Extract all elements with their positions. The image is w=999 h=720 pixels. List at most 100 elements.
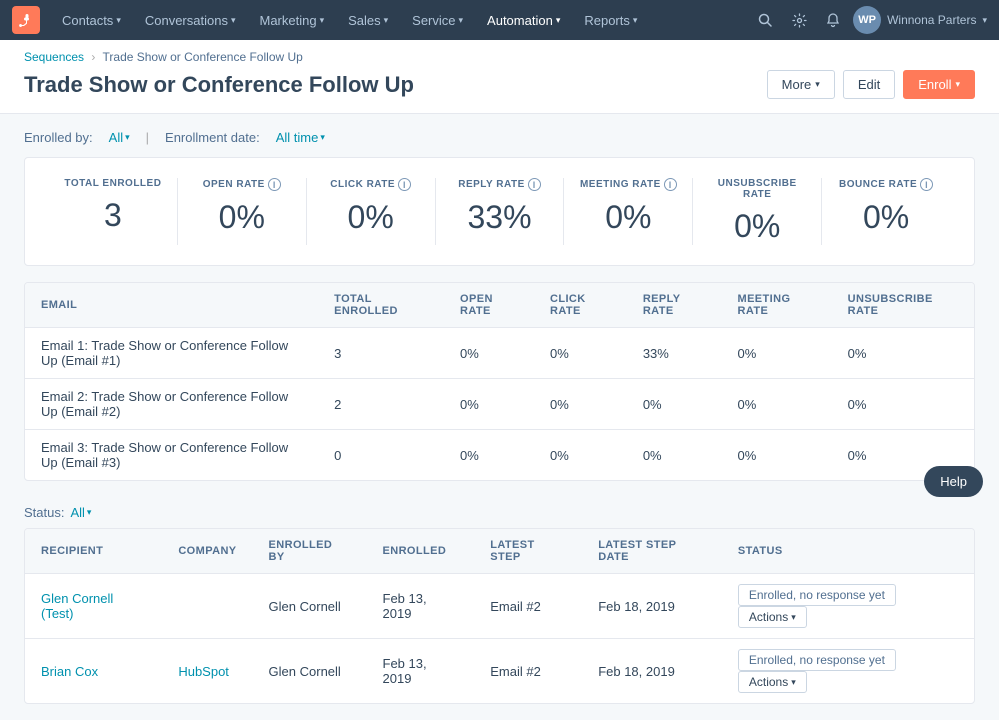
- enrolled-val: Feb 13, 2019: [367, 574, 475, 639]
- recipient-link[interactable]: Glen Cornell (Test): [41, 591, 113, 621]
- chevron-down-icon: ▾: [231, 15, 236, 26]
- breadcrumb: Sequences › Trade Show or Conference Fol…: [24, 50, 975, 64]
- status-filter-label: Status:: [24, 505, 64, 520]
- open-rate-val: 0%: [444, 430, 534, 481]
- nav-sales[interactable]: Sales ▾: [338, 9, 398, 32]
- nav-marketing[interactable]: Marketing ▾: [249, 9, 334, 32]
- enroll-button[interactable]: Enroll ▾: [903, 70, 975, 99]
- col-enrolled-by: ENROLLED BY: [253, 529, 367, 574]
- company-link[interactable]: HubSpot: [178, 664, 229, 679]
- col-enrolled: ENROLLED: [367, 529, 475, 574]
- info-icon[interactable]: i: [268, 178, 281, 191]
- enrolled-by-val: Glen Cornell: [253, 639, 367, 704]
- search-icon[interactable]: [751, 6, 779, 34]
- notifications-icon[interactable]: [819, 6, 847, 34]
- chevron-down-icon: ▾: [125, 132, 130, 143]
- email-table-section: EMAIL TOTAL ENROLLED OPEN RATE CLICK RAT…: [24, 282, 975, 481]
- chevron-down-icon: ▾: [320, 15, 325, 26]
- page-title: Trade Show or Conference Follow Up: [24, 72, 414, 98]
- col-company: COMPANY: [162, 529, 252, 574]
- chevron-down-icon: ▾: [791, 612, 796, 623]
- info-icon[interactable]: i: [920, 178, 933, 191]
- table-row: Glen Cornell (Test) Glen Cornell Feb 13,…: [25, 574, 974, 639]
- col-open-rate: OPEN RATE: [444, 283, 534, 328]
- nav-automation[interactable]: Automation ▾: [477, 9, 570, 32]
- nav-contacts[interactable]: Contacts ▾: [52, 9, 131, 32]
- chevron-down-icon: ▾: [384, 15, 389, 26]
- chevron-down-icon: ▾: [556, 15, 561, 26]
- click-rate-val: 0%: [534, 430, 627, 481]
- col-click-rate: CLICK RATE: [534, 283, 627, 328]
- stat-total-enrolled: TOTAL ENROLLED 3: [49, 178, 178, 245]
- stat-bounce-rate: BOUNCE RATE i 0%: [822, 178, 950, 245]
- status-bar: Status: All ▾: [0, 497, 999, 528]
- user-name-label: Winnona Parters: [887, 13, 976, 27]
- email-name: Email 1: Trade Show or Conference Follow…: [25, 328, 318, 379]
- filter-separator: |: [146, 130, 149, 145]
- unsubscribe-rate-val: 0%: [832, 379, 974, 430]
- enrolled-by-filter[interactable]: All ▾: [109, 130, 130, 145]
- help-button[interactable]: Help: [924, 466, 983, 497]
- chevron-down-icon: ▾: [116, 15, 121, 26]
- stat-meeting-rate: MEETING RATE i 0%: [564, 178, 693, 245]
- info-icon[interactable]: i: [664, 178, 677, 191]
- open-rate-val: 0%: [444, 328, 534, 379]
- user-menu-chevron[interactable]: ▾: [982, 15, 987, 26]
- status-filter[interactable]: All ▾: [70, 505, 91, 520]
- info-icon[interactable]: i: [398, 178, 411, 191]
- page-title-row: Trade Show or Conference Follow Up More …: [24, 70, 975, 99]
- col-meeting-rate: MEETING RATE: [722, 283, 832, 328]
- stat-unsubscribe-rate: UNSUBSCRIBE RATE 0%: [693, 178, 822, 245]
- status-badge: Enrolled, no response yet: [738, 584, 896, 606]
- email-table: EMAIL TOTAL ENROLLED OPEN RATE CLICK RAT…: [25, 283, 974, 480]
- table-row: Email 1: Trade Show or Conference Follow…: [25, 328, 974, 379]
- stat-click-rate: CLICK RATE i 0%: [307, 178, 436, 245]
- col-total-enrolled: TOTAL ENROLLED: [318, 283, 444, 328]
- enrollment-date-filter[interactable]: All time ▾: [276, 130, 325, 145]
- breadcrumb-separator: ›: [91, 50, 95, 64]
- edit-button[interactable]: Edit: [843, 70, 895, 99]
- reply-rate-val: 33%: [627, 328, 722, 379]
- email-name: Email 3: Trade Show or Conference Follow…: [25, 430, 318, 481]
- enrolled-val: Feb 13, 2019: [367, 639, 475, 704]
- latest-step-date-val: Feb 18, 2019: [582, 639, 722, 704]
- total-enrolled-val: 0: [318, 430, 444, 481]
- settings-icon[interactable]: [785, 6, 813, 34]
- breadcrumb-sequences-link[interactable]: Sequences: [24, 50, 84, 64]
- actions-button[interactable]: Actions ▾: [738, 606, 807, 628]
- content-area: Enrolled by: All ▾ | Enrollment date: Al…: [0, 114, 999, 704]
- nav-reports[interactable]: Reports ▾: [574, 9, 647, 32]
- status-cell: Enrolled, no response yet Actions ▾: [722, 574, 974, 639]
- status-badge: Enrolled, no response yet: [738, 649, 896, 671]
- recipients-table: RECIPIENT COMPANY ENROLLED BY ENROLLED L…: [25, 529, 974, 703]
- nav-right-actions: WP Winnona Parters ▾: [751, 6, 987, 34]
- chevron-down-icon: ▾: [791, 677, 796, 688]
- enrollment-date-label: Enrollment date:: [165, 130, 260, 145]
- chevron-down-icon: ▾: [955, 79, 960, 90]
- stat-reply-rate: REPLY RATE i 33%: [436, 178, 565, 245]
- email-name: Email 2: Trade Show or Conference Follow…: [25, 379, 318, 430]
- click-rate-val: 0%: [534, 328, 627, 379]
- table-row: Brian Cox HubSpot Glen Cornell Feb 13, 2…: [25, 639, 974, 704]
- col-latest-step-date: LATEST STEP DATE: [582, 529, 722, 574]
- info-icon[interactable]: i: [528, 178, 541, 191]
- nav-service[interactable]: Service ▾: [402, 9, 473, 32]
- recipient-name: Brian Cox: [25, 639, 162, 704]
- avatar[interactable]: WP: [853, 6, 881, 34]
- enrolled-by-label: Enrolled by:: [24, 130, 93, 145]
- col-email: EMAIL: [25, 283, 318, 328]
- chevron-down-icon: ▾: [320, 132, 325, 143]
- page-header: Sequences › Trade Show or Conference Fol…: [0, 40, 999, 114]
- recipient-name: Glen Cornell (Test): [25, 574, 162, 639]
- hubspot-logo[interactable]: [12, 6, 40, 34]
- breadcrumb-current: Trade Show or Conference Follow Up: [103, 50, 303, 64]
- recipient-link[interactable]: Brian Cox: [41, 664, 98, 679]
- chevron-down-icon: ▾: [459, 15, 464, 26]
- more-button[interactable]: More ▾: [767, 70, 835, 99]
- enrolled-by-val: Glen Cornell: [253, 574, 367, 639]
- latest-step-date-val: Feb 18, 2019: [582, 574, 722, 639]
- chevron-down-icon: ▾: [87, 507, 92, 518]
- total-enrolled-val: 2: [318, 379, 444, 430]
- nav-conversations[interactable]: Conversations ▾: [135, 9, 246, 32]
- actions-button[interactable]: Actions ▾: [738, 671, 807, 693]
